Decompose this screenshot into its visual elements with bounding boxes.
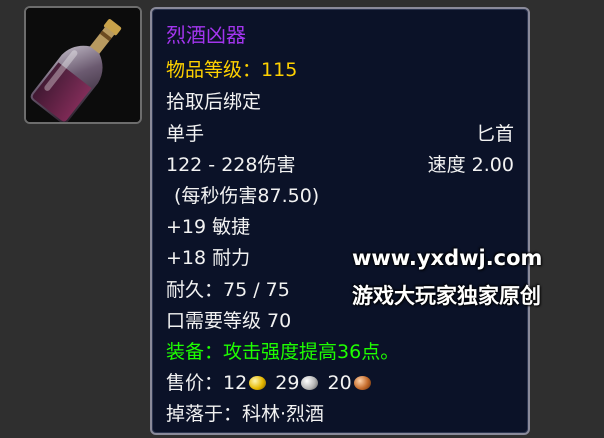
equip-effect: 攻击强度提高36点。 (223, 341, 400, 363)
sell-gold: 12 (223, 372, 248, 394)
equip-label: 装备： (166, 341, 224, 363)
drops-from: 掉落于：科林·烈酒 (166, 403, 325, 425)
speed-text: 速度 2.00 (427, 154, 514, 176)
required-level: 口需要等级 70 (166, 310, 292, 332)
dps-text: (每秒伤害87.50) (174, 185, 320, 207)
slot-text: 单手 (166, 123, 205, 145)
watermark-url: www.yxdwj.com (352, 246, 543, 270)
copper-coin-icon (353, 376, 371, 390)
damage-row: 122 - 228伤害 速度 2.00 (166, 152, 514, 178)
watermark-slogan: 游戏大玩家独家原创 (352, 284, 541, 308)
item-icon-frame[interactable] (24, 6, 142, 124)
sell-silver: 29 (275, 372, 300, 394)
binding-text: 拾取后绑定 (166, 91, 262, 113)
item-tooltip: 烈酒凶器 物品等级：115 拾取后绑定 单手 匕首 122 - 228伤害 速度… (150, 7, 530, 435)
silver-coin-icon (301, 376, 319, 390)
sell-label: 售价： (166, 372, 224, 394)
equip-effect-row: 装备：攻击强度提高36点。 (166, 339, 514, 365)
bottle-icon (26, 8, 140, 122)
slot-row: 单手 匕首 (166, 121, 514, 147)
item-level-row: 物品等级：115 (166, 57, 514, 83)
gold-coin-icon (249, 376, 267, 390)
item-level-value: 115 (261, 59, 298, 81)
sell-price-row: 售价：12 29 20 (166, 370, 514, 396)
sell-copper: 20 (327, 372, 352, 394)
damage-text: 122 - 228伤害 (166, 154, 296, 176)
item-level-label: 物品等级： (166, 59, 262, 81)
item-name: 烈酒凶器 (166, 23, 246, 47)
stat-agility: +19 敏捷 (166, 216, 251, 238)
weapon-type: 匕首 (475, 123, 514, 145)
